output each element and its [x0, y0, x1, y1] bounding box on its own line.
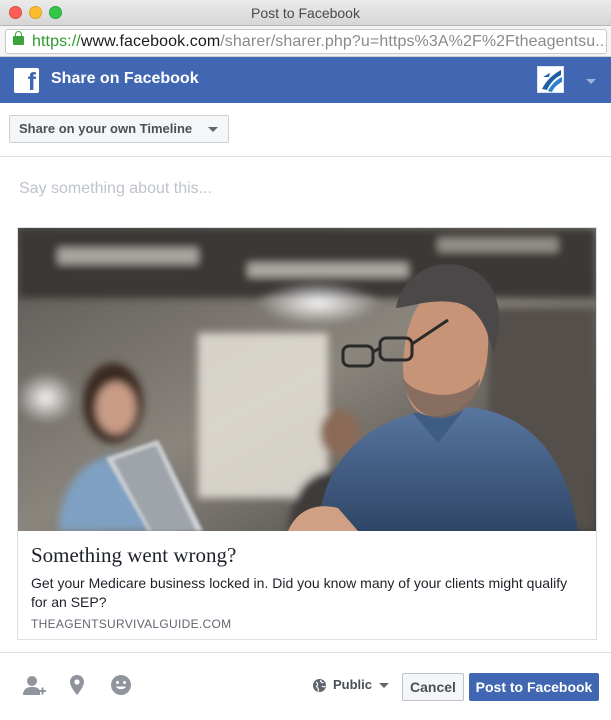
- account-menu-chevron-down-icon[interactable]: [586, 79, 596, 84]
- facebook-logo-icon: f: [14, 68, 39, 96]
- facebook-logo-letter: f: [27, 68, 36, 96]
- link-preview-card[interactable]: Something went wrong? Get your Medicare …: [17, 227, 597, 640]
- globe-icon: [313, 679, 326, 692]
- location-pin-icon[interactable]: [65, 673, 89, 697]
- cancel-button[interactable]: Cancel: [402, 673, 464, 701]
- chevron-down-icon: [208, 127, 219, 132]
- avatar-logo-icon: [538, 67, 563, 92]
- dialog-footer: Public Cancel Post to Facebook: [0, 652, 611, 720]
- feeling-smiley-icon[interactable]: [109, 673, 133, 697]
- share-dialog-header: f Share on Facebook: [0, 57, 611, 103]
- link-preview-body: Something went wrong? Get your Medicare …: [18, 531, 596, 639]
- dialog-title: Share on Facebook: [51, 70, 199, 87]
- link-preview-title: Something went wrong?: [31, 543, 237, 567]
- audience-label: Public: [333, 677, 373, 692]
- url-scheme: https://: [32, 33, 81, 50]
- status-composer-input[interactable]: [19, 176, 589, 202]
- window-titlebar: Post to Facebook: [0, 0, 611, 26]
- url-field[interactable]: https://www.facebook.com/sharer/sharer.p…: [5, 29, 607, 54]
- link-preview-domain: THEAGENTSURVIVALGUIDE.COM: [31, 617, 232, 631]
- url-host: www.facebook.com: [80, 33, 221, 50]
- url-text: https://www.facebook.com/sharer/sharer.p…: [32, 33, 607, 51]
- chevron-down-icon: [379, 683, 389, 688]
- url-path: /sharer/sharer.php?u=https%3A%2F%2Ftheag…: [220, 33, 607, 50]
- link-preview-description: Get your Medicare business locked in. Di…: [31, 575, 568, 610]
- lock-icon: [13, 31, 24, 45]
- share-target-label: Share on your own Timeline: [19, 121, 193, 136]
- tag-people-icon[interactable]: [22, 673, 46, 697]
- address-bar: https://www.facebook.com/sharer/sharer.p…: [0, 26, 611, 57]
- link-preview-image: [18, 228, 596, 531]
- window-title: Post to Facebook: [251, 5, 360, 21]
- post-to-facebook-button[interactable]: Post to Facebook: [469, 673, 599, 701]
- share-target-bar: Share on your own Timeline: [0, 103, 611, 157]
- share-target-dropdown[interactable]: Share on your own Timeline: [9, 115, 230, 143]
- avatar[interactable]: [537, 66, 564, 93]
- office-photo-image: [18, 228, 596, 531]
